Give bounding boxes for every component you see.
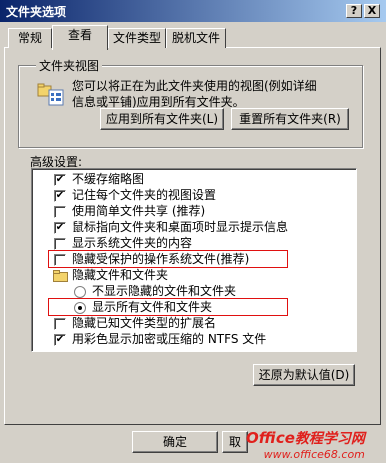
folder-views-description-1: 您可以将正在为此文件夹使用的视图(例如详细 [72,79,317,93]
tab-file-types[interactable]: 文件类型 [108,28,166,48]
checkbox[interactable] [54,206,66,218]
ok-button[interactable]: 确定 [132,431,218,453]
advanced-settings-list[interactable]: ✔ 不缓存缩略图 ✔ 记住每个文件夹的视图设置 使用简单文件共享 (推荐) ✔ … [31,168,357,352]
window-title: 文件夹选项 [6,5,67,19]
watermark-url: www.office68.com [263,448,365,461]
highlight-box-show-all-files [48,298,288,316]
highlight-box-protected-files [48,250,288,268]
watermark-brand-right: 教程学习网 [294,431,365,447]
list-item-label: 鼠标指向文件夹和桌面项时显示提示信息 [72,220,289,234]
watermark-logo: Office教程学习网 www.office68.com [246,428,365,461]
checkbox[interactable]: ✔ [54,222,66,234]
cancel-button[interactable]: 取 [222,431,248,453]
watermark-brand-left: Office [246,429,295,447]
list-item-label: 隐藏已知文件类型的扩展名 [72,316,217,330]
list-item-label: 不缓存缩略图 [72,172,145,186]
tab-general[interactable]: 常规 [8,28,52,48]
help-button[interactable]: ? [346,4,362,18]
radio-button[interactable] [74,286,86,298]
apply-to-all-folders-button[interactable]: 应用到所有文件夹(L) [100,108,224,130]
list-item[interactable]: ✔ 用彩色显示加密或压缩的 NTFS 文件 [32,331,342,349]
folder-views-legend: 文件夹视图 [36,57,103,74]
checkbox[interactable]: ✔ [54,190,66,202]
list-item-label: 使用简单文件共享 (推荐) [72,204,206,218]
list-item-label: 用彩色显示加密或压缩的 NTFS 文件 [72,332,267,346]
checkbox[interactable]: ✔ [54,174,66,186]
folder-views-icon [37,82,65,111]
close-button[interactable]: X [364,4,380,18]
checkbox[interactable] [54,238,66,250]
tab-offline-files[interactable]: 脱机文件 [166,28,226,48]
checkbox[interactable] [54,318,66,330]
list-item-label: 隐藏文件和文件夹 [72,268,169,282]
restore-defaults-button[interactable]: 还原为默认值(D) [253,364,355,386]
title-bar: 文件夹选项 ? X [0,0,386,22]
tab-view[interactable]: 查看 [52,25,108,50]
reset-all-folders-button[interactable]: 重置所有文件夹(R) [231,108,349,130]
list-item-label: 记住每个文件夹的视图设置 [72,188,217,202]
checkbox[interactable]: ✔ [54,334,66,346]
